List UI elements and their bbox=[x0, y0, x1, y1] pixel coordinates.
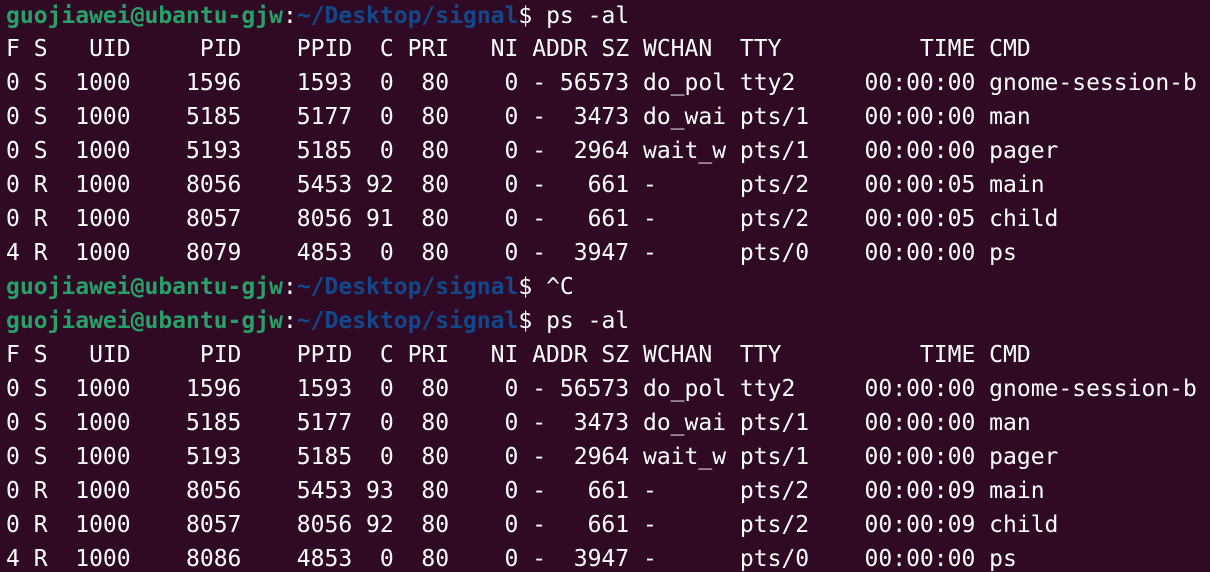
ps-process-row: 0 R 1000 8057 8056 91 80 0 - 661 - pts/2… bbox=[6, 206, 1059, 232]
ps-process-row: 0 S 1000 1596 1593 0 80 0 - 56573 do_pol… bbox=[6, 376, 1197, 402]
prompt-path: ~/Desktop/signal bbox=[296, 3, 519, 29]
ps-process-row: 0 S 1000 5193 5185 0 80 0 - 2964 wait_w … bbox=[6, 138, 1059, 164]
ps-process-row: 0 S 1000 1596 1593 0 80 0 - 56573 do_pol… bbox=[6, 70, 1197, 96]
ps-process-row: 0 S 1000 5185 5177 0 80 0 - 3473 do_wai … bbox=[6, 410, 1031, 436]
command-text: ps -al bbox=[532, 308, 630, 334]
prompt-user-host: guojiawei@ubantu-gjw bbox=[6, 308, 283, 334]
ps-process-row: 0 R 1000 8056 5453 92 80 0 - 661 - pts/2… bbox=[6, 172, 1045, 198]
prompt-user-host: guojiawei@ubantu-gjw bbox=[6, 3, 283, 29]
ps-process-row: 0 R 1000 8057 8056 92 80 0 - 661 - pts/2… bbox=[6, 512, 1059, 538]
ps-process-row: 0 R 1000 8056 5453 93 80 0 - 661 - pts/2… bbox=[6, 478, 1045, 504]
ps-process-row: 0 S 1000 5185 5177 0 80 0 - 3473 do_wai … bbox=[6, 104, 1031, 130]
ps-header-row: F S UID PID PPID C PRI NI ADDR SZ WCHAN … bbox=[6, 36, 1031, 62]
terminal-output[interactable]: guojiawei@ubantu-gjw:~/Desktop/signal$ p… bbox=[0, 0, 1210, 572]
prompt-line: guojiawei@ubantu-gjw:~/Desktop/signal$ p… bbox=[6, 308, 630, 334]
ps-process-row: 0 S 1000 5193 5185 0 80 0 - 2964 wait_w … bbox=[6, 444, 1059, 470]
prompt-line: guojiawei@ubantu-gjw:~/Desktop/signal$ p… bbox=[6, 3, 630, 29]
prompt-path: ~/Desktop/signal bbox=[296, 274, 519, 300]
command-text: ^C bbox=[532, 274, 574, 300]
prompt-line: guojiawei@ubantu-gjw:~/Desktop/signal$ ^… bbox=[6, 274, 574, 300]
prompt-user-host: guojiawei@ubantu-gjw bbox=[6, 274, 283, 300]
prompt-path: ~/Desktop/signal bbox=[296, 308, 519, 334]
ps-header-row: F S UID PID PPID C PRI NI ADDR SZ WCHAN … bbox=[6, 342, 1031, 368]
ps-process-row: 4 R 1000 8079 4853 0 80 0 - 3947 - pts/0… bbox=[6, 240, 1017, 266]
command-text: ps -al bbox=[532, 3, 630, 29]
ps-process-row: 4 R 1000 8086 4853 0 80 0 - 3947 - pts/0… bbox=[6, 546, 1017, 572]
